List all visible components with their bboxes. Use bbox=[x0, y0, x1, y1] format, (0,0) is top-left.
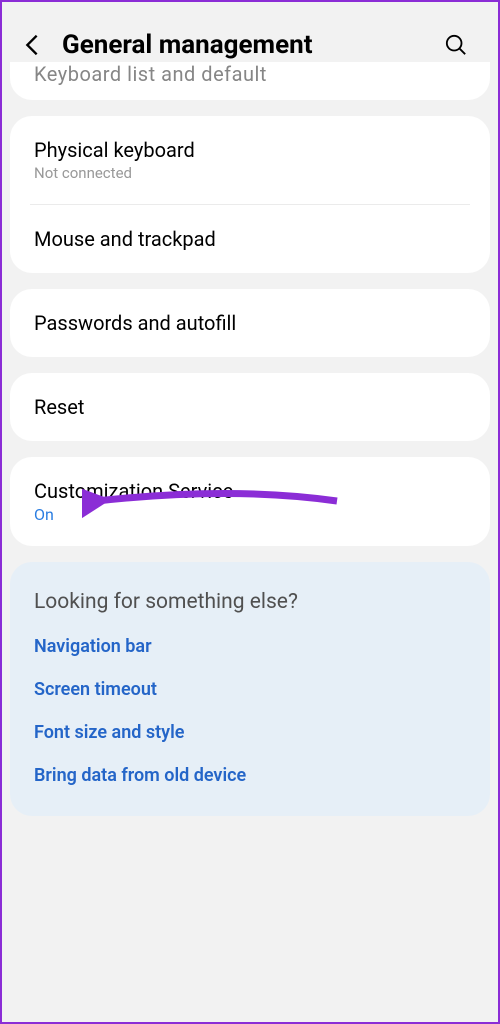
page-title: General management bbox=[62, 30, 444, 60]
font-size-link[interactable]: Font size and style bbox=[34, 722, 466, 743]
list-item-subtitle: On bbox=[34, 505, 466, 524]
suggestions-title: Looking for something else? bbox=[34, 590, 466, 614]
back-icon[interactable] bbox=[20, 33, 44, 57]
customization-card: Customization Service On bbox=[10, 457, 490, 546]
list-item-subtitle: Not connected bbox=[34, 164, 466, 182]
partial-card: Keyboard list and default bbox=[10, 62, 490, 100]
screen-timeout-link[interactable]: Screen timeout bbox=[34, 679, 466, 700]
passwords-autofill-item[interactable]: Passwords and autofill bbox=[10, 289, 490, 357]
list-item-title: Passwords and autofill bbox=[34, 311, 466, 335]
list-item-title: Physical keyboard bbox=[34, 138, 466, 162]
list-item-title: Mouse and trackpad bbox=[34, 227, 466, 251]
reset-item[interactable]: Reset bbox=[10, 373, 490, 441]
navigation-bar-link[interactable]: Navigation bar bbox=[34, 636, 466, 657]
customization-service-item[interactable]: Customization Service On bbox=[10, 457, 490, 546]
reset-card: Reset bbox=[10, 373, 490, 441]
list-item-title: Reset bbox=[34, 395, 466, 419]
suggestions-card: Looking for something else? Navigation b… bbox=[10, 562, 490, 816]
input-devices-card: Physical keyboard Not connected Mouse an… bbox=[10, 116, 490, 273]
settings-container: General management Keyboard list and def… bbox=[2, 2, 498, 1022]
bring-data-link[interactable]: Bring data from old device bbox=[34, 765, 466, 786]
passwords-card: Passwords and autofill bbox=[10, 289, 490, 357]
search-icon[interactable] bbox=[444, 33, 468, 57]
partial-item-text: Keyboard list and default bbox=[10, 62, 490, 100]
list-item-title: Customization Service bbox=[34, 479, 466, 503]
mouse-trackpad-item[interactable]: Mouse and trackpad bbox=[10, 205, 490, 273]
physical-keyboard-item[interactable]: Physical keyboard Not connected bbox=[10, 116, 490, 204]
